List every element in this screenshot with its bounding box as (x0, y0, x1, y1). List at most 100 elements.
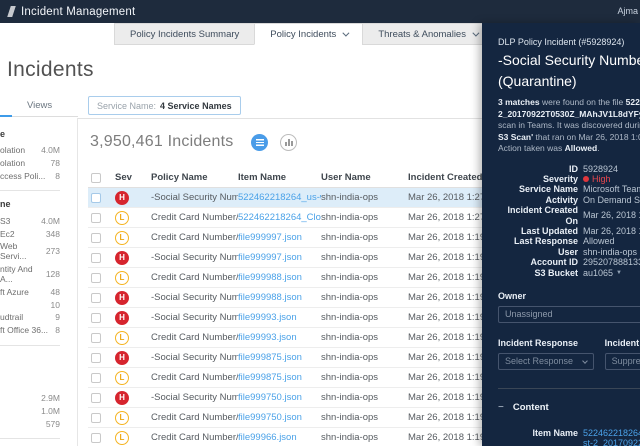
facet-item[interactable]: ntity And A... 128 (0, 263, 60, 286)
facet-item[interactable]: Ec2 348 (0, 227, 60, 240)
facet-item[interactable]: ccess Poli... 8 (0, 170, 60, 183)
description-segment: Action taken was (498, 143, 565, 153)
chart-view-toggle-icon[interactable] (280, 133, 298, 151)
row-checkbox[interactable] (91, 392, 101, 403)
row-checkbox[interactable] (91, 432, 101, 443)
owner-input[interactable] (498, 305, 640, 323)
panel-eyebrow: DLP Policy Incident (#5928924) (498, 37, 625, 47)
facet-item[interactable]: olation 78 (0, 157, 60, 170)
facet-item[interactable]: 10 (0, 298, 60, 311)
incident-response-select[interactable]: Select Response (498, 352, 594, 370)
facet-header: ne (0, 199, 11, 210)
facet-item-label: Web Servi... (0, 241, 27, 262)
severity-badge-high: H (115, 310, 129, 325)
facet-item-count: 4.0M (41, 145, 60, 156)
item-name-link[interactable]: file999997.json (238, 232, 321, 243)
item-name-link[interactable]: file999875.json (238, 372, 321, 383)
tab-threats-anomalies[interactable]: Threats & Anomalies (362, 23, 493, 45)
facet-header-clipped (0, 354, 60, 392)
row-checkbox[interactable] (91, 192, 101, 203)
field-value-text: au1065 (583, 267, 614, 278)
facet-item-label: ft Office 36... (0, 325, 49, 336)
row-checkbox[interactable] (91, 312, 101, 323)
severity-cell: H (109, 250, 151, 265)
row-checkbox[interactable] (91, 212, 101, 223)
row-checkbox[interactable] (91, 352, 101, 363)
row-checkbox[interactable] (91, 272, 101, 283)
facet-item-count: 579 (45, 418, 60, 429)
severity-cell: L (109, 370, 151, 385)
row-checkbox[interactable] (91, 372, 101, 383)
item-name-link[interactable]: file999988.json (238, 272, 321, 283)
item-name-link[interactable]: 522462218264_us-west-2_20170922T0530Z_MA… (583, 428, 640, 446)
description-segment: 522462218264_ (625, 97, 640, 107)
item-name-link[interactable]: file999997.json (238, 252, 321, 263)
owner-block: Owner (498, 291, 640, 323)
item-name-link[interactable]: file999750.json (238, 392, 321, 403)
field-label: Last Response (513, 236, 578, 247)
chevron-down-icon (582, 358, 588, 365)
facet-item-label: olation (0, 158, 26, 169)
sidebar-tab-active[interactable] (0, 115, 12, 117)
facet-item[interactable]: ft Azure 48 (0, 285, 60, 298)
field-label: Last Updated (520, 225, 578, 236)
severity-badge-high: H (115, 190, 129, 205)
facet-item-label: S3 (0, 215, 11, 226)
incident-detail-panel: DLP Policy Incident (#5928924) -Social S… (482, 23, 640, 446)
field-label: Activity (545, 194, 578, 205)
description-segment: scan in Teams. It was discovered during … (498, 120, 640, 130)
facet-item[interactable]: ft Office 36... 8 (0, 324, 60, 337)
item-name-link[interactable]: file999988.json (238, 292, 321, 303)
sidebar: Incidents Views e olation 4.0M olation 78 cce… (0, 45, 93, 446)
row-checkbox[interactable] (91, 232, 101, 243)
tab-label: Policy Incidents Summary (130, 28, 240, 40)
item-name-link[interactable]: file999875.json (238, 352, 321, 363)
sidebar-tab-views[interactable]: Views (27, 100, 52, 111)
facet-item[interactable]: 1.0M (0, 404, 60, 417)
description-segment: Allowed (564, 143, 598, 153)
incident-count: 3,950,461 Incidents (90, 133, 234, 150)
field-value: Mar 26, 2018 1:18 PM UTC (583, 226, 640, 236)
incident-status-select[interactable]: Suppressed (604, 352, 640, 370)
sidebar-tab-bar: Views (0, 97, 78, 117)
facet-item-count: 348 (45, 228, 60, 239)
facet-item[interactable]: 579 (0, 417, 60, 430)
row-checkbox[interactable] (91, 292, 101, 303)
select-all-checkbox[interactable] (91, 172, 101, 183)
list-view-toggle-icon[interactable] (251, 133, 269, 151)
user-menu[interactable]: Ajma (617, 6, 638, 16)
description-segment: 3 matches (498, 97, 540, 107)
facet-item-label: ntity And A... (0, 264, 33, 285)
facet-item[interactable]: 2.9M (0, 392, 60, 405)
content-section-header: − Content (498, 402, 640, 413)
tab-policy-incidents-summary[interactable]: Policy Incidents Summary (114, 23, 256, 45)
severity-cell: H (109, 290, 151, 305)
policy-name-cell: -Social Security Numbers - (151, 352, 238, 363)
row-checkbox[interactable] (91, 252, 101, 263)
item-name-link[interactable]: 522462218264_us-west-2 (238, 192, 321, 203)
facet-item[interactable]: S3 4.0M (0, 214, 60, 227)
facet-item[interactable]: Web Servi... 273 (0, 240, 60, 263)
field-value: au1065 ▼ (583, 268, 622, 278)
item-name-link[interactable]: file99966.json (238, 432, 321, 443)
facet-item[interactable]: olation 4.0M (0, 144, 60, 157)
item-name-link[interactable]: file999750.json (238, 412, 321, 423)
incident-status-value: Suppressed (611, 356, 640, 367)
tab-policy-incidents[interactable]: Policy Incidents (254, 23, 364, 45)
row-checkbox[interactable] (91, 412, 101, 423)
detail-field: Activity On Demand Scan (498, 195, 640, 205)
policy-name-cell: Credit Card Number/s - AF (151, 212, 238, 223)
severity-cell: H (109, 350, 151, 365)
item-name-link[interactable]: file99993.json (238, 332, 321, 343)
row-checkbox[interactable] (91, 332, 101, 343)
field-value-text: 5928924 (583, 163, 619, 174)
detail-field: User shn-india-ops▼ (498, 247, 640, 257)
field-value-text: On Demand Scan (583, 194, 640, 205)
item-name-link[interactable]: file99993.json (238, 312, 321, 323)
facet-item[interactable]: udtrail 9 (0, 311, 60, 324)
field-label: Account ID (530, 257, 578, 268)
filter-icon[interactable]: ▼ (616, 268, 622, 278)
service-name-filter-chip[interactable]: Service Name: 4 Service Names (88, 96, 241, 115)
collapse-icon[interactable]: − (498, 402, 504, 413)
item-name-link[interactable]: 522462218264_CloudTrail (238, 212, 321, 223)
